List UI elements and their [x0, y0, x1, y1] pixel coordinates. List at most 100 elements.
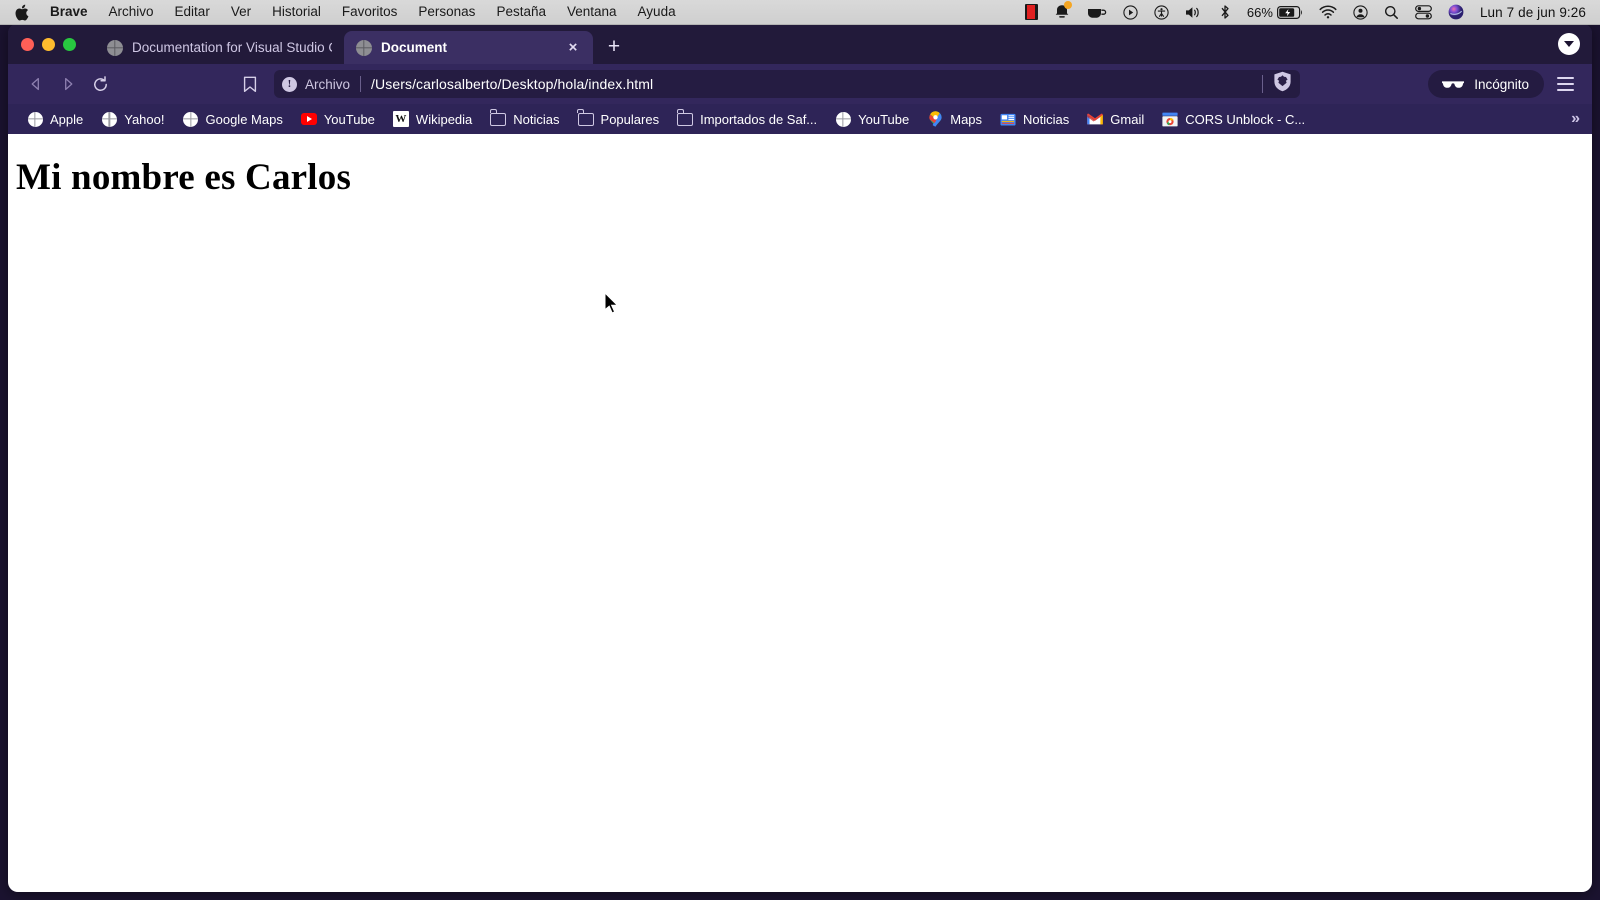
window-controls	[18, 38, 95, 64]
menubar-item-ver[interactable]: Ver	[231, 5, 251, 19]
page-heading: Mi nombre es Carlos	[16, 157, 352, 198]
tab-title: Documentation for Visual Studio Co	[132, 40, 332, 55]
gmail-icon	[1087, 111, 1104, 127]
volume-icon[interactable]	[1185, 2, 1203, 22]
bookmark-label: Apple	[50, 111, 84, 127]
hamburger-menu-icon[interactable]	[1550, 69, 1580, 99]
siri-icon[interactable]	[1448, 2, 1464, 22]
bookmark-youtube-2[interactable]: YouTube	[826, 107, 918, 131]
menubar-app-name[interactable]: Brave	[50, 5, 88, 19]
folder-icon	[676, 109, 694, 127]
control-center-icon[interactable]	[1415, 2, 1432, 22]
tab-strip: Documentation for Visual Studio Co Docum…	[8, 24, 1592, 64]
notification-badge-dot	[1063, 1, 1072, 9]
menubar-clock[interactable]: Lun 7 de jun 9:26	[1480, 5, 1586, 20]
bookmark-folder-populares[interactable]: Populares	[569, 107, 669, 131]
url-path-text[interactable]: /Users/carlosalberto/Desktop/hola/index.…	[371, 76, 653, 92]
bookmark-label: Gmail	[1110, 111, 1145, 127]
battery-status[interactable]: 66%	[1247, 2, 1303, 22]
menubar-item-ayuda[interactable]: Ayuda	[638, 5, 676, 19]
bookmark-cors-unblock[interactable]: CORS Unblock - C...	[1153, 107, 1314, 131]
user-account-icon[interactable]	[1353, 2, 1368, 22]
bookmark-label: Maps	[950, 111, 983, 127]
google-maps-pin-icon	[927, 111, 943, 127]
folder-icon	[489, 109, 507, 127]
bookmark-label: Google Maps	[205, 111, 283, 127]
bookmarks-overflow-button[interactable]: »	[1571, 110, 1580, 128]
play-circle-icon[interactable]	[1123, 2, 1138, 22]
youtube-icon	[300, 111, 317, 127]
brave-shield-lion-icon[interactable]	[1273, 71, 1292, 97]
bookmark-maps[interactable]: Maps	[918, 107, 991, 131]
bookmark-wikipedia[interactable]: W Wikipedia	[384, 107, 481, 131]
address-bar[interactable]: ! Archivo /Users/carlosalberto/Desktop/h…	[274, 70, 1301, 98]
notification-bell-icon[interactable]	[1054, 1, 1072, 22]
forward-button[interactable]	[52, 69, 84, 99]
bookmark-folder-importados-de-safari[interactable]: Importados de Saf...	[668, 107, 826, 131]
bookmark-label: YouTube	[323, 111, 375, 127]
bookmark-apple[interactable]: Apple	[18, 107, 92, 131]
bookmark-yahoo[interactable]: Yahoo!	[92, 107, 173, 131]
macos-menu-bar: Brave Archivo Editar Ver Historial Favor…	[0, 0, 1600, 25]
bookmark-label: Yahoo!	[124, 111, 165, 127]
bookmark-label: CORS Unblock - C...	[1185, 111, 1306, 127]
info-circle-icon[interactable]: !	[282, 76, 297, 92]
menubar-item-favoritos[interactable]: Favoritos	[342, 5, 398, 19]
film-strip-icon[interactable]	[1024, 2, 1038, 22]
tab-search-button[interactable]	[1558, 33, 1580, 55]
bookmark-label: Noticias	[513, 111, 560, 127]
incognito-label: Incógnito	[1474, 76, 1529, 92]
menubar-item-editar[interactable]: Editar	[175, 5, 210, 19]
bookmark-label: Populares	[600, 111, 660, 127]
maximize-window-button[interactable]	[63, 38, 76, 51]
globe-icon	[835, 111, 851, 127]
bookmark-button[interactable]	[234, 69, 266, 99]
menubar-item-archivo[interactable]: Archivo	[109, 5, 154, 19]
globe-favicon-icon	[107, 39, 123, 56]
browser-window: Documentation for Visual Studio Co Docum…	[8, 24, 1592, 892]
bookmark-gmail[interactable]: Gmail	[1078, 107, 1153, 131]
bookmark-folder-noticias[interactable]: Noticias	[481, 107, 568, 131]
bookmark-noticias-google-news[interactable]: Noticias	[991, 107, 1078, 131]
globe-icon	[183, 111, 199, 127]
bookmark-google-maps[interactable]: Google Maps	[174, 107, 292, 131]
menubar-item-historial[interactable]: Historial	[272, 5, 321, 19]
chevron-down-icon	[1564, 41, 1574, 47]
bookmark-label: Wikipedia	[415, 111, 473, 127]
chrome-webstore-icon	[1162, 111, 1178, 127]
globe-icon	[101, 111, 117, 127]
wifi-icon[interactable]	[1319, 2, 1337, 22]
apple-logo-icon[interactable]	[14, 4, 29, 21]
tab-document[interactable]: Document ×	[344, 31, 593, 64]
bookmark-youtube[interactable]: YouTube	[292, 107, 384, 131]
wikipedia-glyph: W	[392, 111, 409, 127]
wikipedia-icon: W	[392, 111, 409, 127]
globe-icon	[27, 111, 43, 127]
menubar-item-personas[interactable]: Personas	[418, 5, 475, 19]
bluetooth-icon[interactable]	[1219, 2, 1231, 22]
tab-documentation-visual-studio-code[interactable]: Documentation for Visual Studio Co	[95, 31, 344, 64]
bookmark-label: Importados de Saf...	[700, 111, 818, 127]
back-button[interactable]	[20, 69, 52, 99]
menubar-item-pestana[interactable]: Pestaña	[496, 5, 546, 19]
incognito-glasses-icon	[1441, 77, 1465, 92]
google-news-icon	[1000, 111, 1016, 127]
battery-percent-label: 66%	[1246, 4, 1273, 20]
url-separator	[360, 76, 362, 92]
shield-separator	[1262, 75, 1264, 93]
coffee-cup-icon[interactable]	[1087, 2, 1107, 22]
accessibility-circle-icon[interactable]	[1154, 2, 1169, 22]
incognito-indicator[interactable]: Incógnito	[1428, 70, 1544, 98]
battery-charging-icon	[1276, 2, 1303, 22]
spotlight-search-icon[interactable]	[1384, 2, 1399, 22]
close-tab-button[interactable]: ×	[565, 40, 581, 56]
bookmark-label: Noticias	[1023, 111, 1070, 127]
close-window-button[interactable]	[21, 38, 34, 51]
url-scheme-label: Archivo	[305, 76, 351, 92]
bookmark-label: YouTube	[858, 111, 910, 127]
reload-button[interactable]	[84, 69, 116, 99]
minimize-window-button[interactable]	[42, 38, 55, 51]
new-tab-button[interactable]: +	[599, 31, 629, 61]
screen: Brave Archivo Editar Ver Historial Favor…	[0, 0, 1600, 900]
menubar-item-ventana[interactable]: Ventana	[567, 5, 617, 19]
